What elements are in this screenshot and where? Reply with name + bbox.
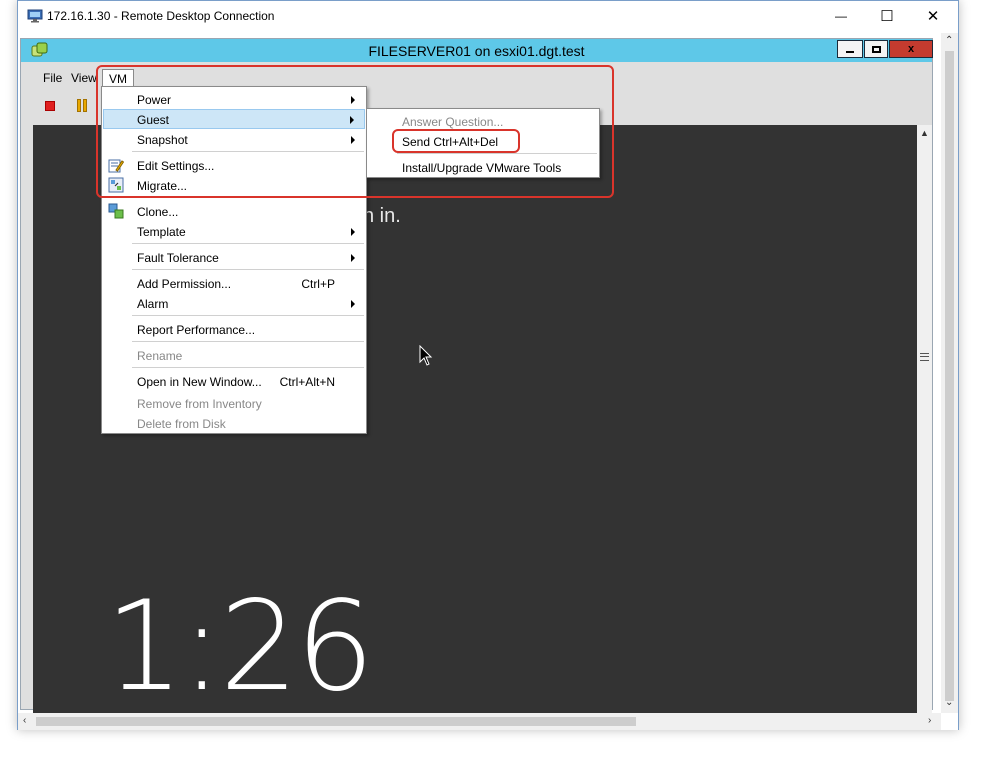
menu-divider <box>132 269 364 270</box>
submenu-arrow-icon <box>351 228 355 236</box>
menu-item-clone[interactable]: Clone... <box>103 201 365 221</box>
menu-divider <box>132 315 364 316</box>
menu-item-delete-disk: Delete from Disk <box>137 417 226 431</box>
console-vertical-scrollbar[interactable]: ▲ <box>917 125 932 713</box>
submenu-arrow-icon <box>351 96 355 104</box>
shortcut-label: Ctrl+Alt+N <box>279 375 335 389</box>
rdp-titlebar[interactable]: 172.16.1.30 - Remote Desktop Connection … <box>18 1 958 33</box>
scroll-up-icon[interactable]: ⌃ <box>945 35 953 46</box>
guest-submenu: Answer Question... Send Ctrl+Alt+Del Ins… <box>366 108 600 178</box>
clone-icon <box>108 203 124 219</box>
menu-item-alarm[interactable]: Alarm <box>103 293 365 313</box>
mouse-cursor-icon <box>419 345 433 366</box>
vsphere-maximize-button[interactable] <box>864 40 888 58</box>
maximize-icon: ☐ <box>880 8 894 25</box>
scroll-down-icon[interactable]: ⌄ <box>945 697 953 708</box>
minimize-icon: — <box>835 9 847 23</box>
close-icon: ✕ <box>926 8 940 25</box>
menu-divider <box>132 367 364 368</box>
shortcut-label: Ctrl+P <box>301 277 335 291</box>
rdp-monitor-icon <box>27 9 43 23</box>
edit-settings-icon <box>108 159 124 173</box>
rdp-horizontal-scroll-thumb[interactable] <box>36 717 636 726</box>
minimize-icon <box>846 51 854 53</box>
scroll-right-icon[interactable]: › <box>928 715 931 726</box>
rdp-vertical-scrollbar[interactable]: ⌃ ⌄ <box>941 33 958 713</box>
rdp-maximize-button[interactable]: ☐ <box>864 1 910 31</box>
menu-item-snapshot[interactable]: Snapshot <box>103 129 365 149</box>
lockscreen-clock: 1:26 <box>105 575 374 713</box>
migrate-icon <box>108 177 124 193</box>
vm-dropdown-menu: Power Guest Snapshot Edit Settings... Mi… <box>101 86 367 434</box>
menu-item-open-new-window[interactable]: Open in New Window... Ctrl+Alt+N <box>103 371 365 391</box>
vsphere-titlebar[interactable]: FILESERVER01 on esxi01.dgt.test x <box>21 39 933 62</box>
vsphere-minimize-button[interactable] <box>837 40 863 58</box>
menu-item-guest[interactable]: Guest <box>103 109 365 129</box>
menu-item-migrate[interactable]: Migrate... <box>103 175 365 195</box>
submenu-item-send-ctrl-alt-del[interactable]: Send Ctrl+Alt+Del <box>368 131 598 151</box>
stop-icon[interactable] <box>45 101 55 111</box>
rdp-close-button[interactable]: ✕ <box>910 1 956 31</box>
menu-file[interactable]: File <box>37 69 68 88</box>
rdp-window-title: 172.16.1.30 - Remote Desktop Connection <box>47 9 275 23</box>
scroll-up-icon[interactable]: ▲ <box>919 127 930 138</box>
submenu-arrow-icon <box>351 136 355 144</box>
menu-item-edit-settings[interactable]: Edit Settings... <box>103 155 365 175</box>
vsphere-close-button[interactable]: x <box>889 40 933 58</box>
menu-item-report-performance[interactable]: Report Performance... <box>103 319 365 339</box>
menu-divider <box>132 197 364 198</box>
menu-divider <box>132 341 364 342</box>
menu-divider <box>132 243 364 244</box>
menu-view[interactable]: View <box>65 69 103 88</box>
pause-icon[interactable] <box>77 99 89 112</box>
scroll-grip-icon[interactable] <box>920 353 929 361</box>
menu-item-remove-inventory: Remove from Inventory <box>137 397 262 411</box>
menu-divider <box>132 151 364 152</box>
close-icon: x <box>907 43 915 55</box>
scroll-left-icon[interactable]: ‹ <box>23 715 26 726</box>
maximize-icon <box>871 45 881 53</box>
menu-divider <box>397 153 597 154</box>
rdp-vertical-scroll-thumb[interactable] <box>945 51 954 701</box>
submenu-item-install-vmware-tools[interactable]: Install/Upgrade VMware Tools <box>368 157 598 177</box>
submenu-arrow-icon <box>351 254 355 262</box>
menu-item-power[interactable]: Power <box>103 89 365 109</box>
vsphere-window-title: FILESERVER01 on esxi01.dgt.test <box>368 43 585 59</box>
menu-item-add-permission[interactable]: Add Permission... Ctrl+P <box>103 273 365 293</box>
menu-item-rename: Rename <box>137 349 183 363</box>
menu-item-fault-tolerance[interactable]: Fault Tolerance <box>103 247 365 267</box>
menu-item-template[interactable]: Template <box>103 221 365 241</box>
submenu-item-answer-question: Answer Question... <box>402 115 504 129</box>
lockscreen-signin-text: n in. <box>363 205 401 227</box>
rdp-horizontal-scrollbar[interactable]: ‹ › <box>18 713 941 730</box>
rdp-minimize-button[interactable]: — <box>818 1 864 31</box>
submenu-arrow-icon <box>351 300 355 308</box>
submenu-arrow-icon <box>350 116 354 124</box>
